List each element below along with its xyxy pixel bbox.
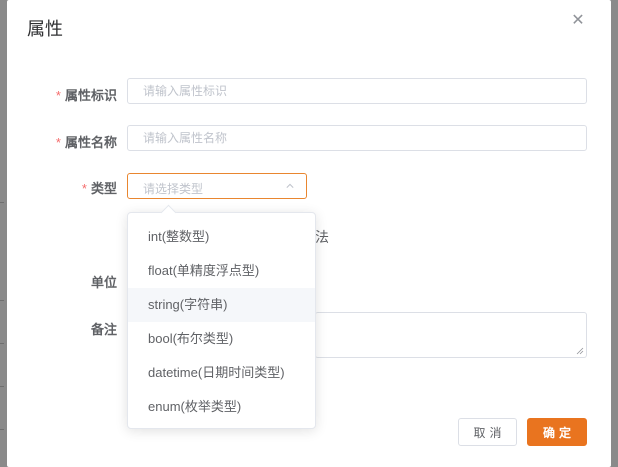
identifier-input[interactable] [127, 78, 587, 104]
name-input[interactable] [127, 125, 587, 151]
background-divider [0, 202, 4, 203]
required-mark: * [55, 88, 61, 103]
partial-hidden-text: 法 [315, 229, 329, 245]
type-option-datetime[interactable]: datetime(日期时间类型) [128, 356, 315, 390]
type-select[interactable]: 请选择类型 [127, 173, 307, 199]
type-select-placeholder: 请选择类型 [143, 182, 204, 196]
confirm-button[interactable]: 确定 [527, 418, 587, 446]
type-option-enum[interactable]: enum(枚举类型) [128, 390, 315, 424]
identifier-label: * 属性标识 [55, 88, 117, 103]
background-divider [0, 343, 4, 344]
background-divider [0, 300, 4, 301]
required-mark: * [55, 135, 61, 150]
remark-label: 备注 [90, 322, 117, 337]
type-label: * 类型 [81, 181, 117, 196]
background-divider [0, 386, 4, 387]
close-icon[interactable]: ✕ [570, 13, 586, 29]
type-option-float[interactable]: float(单精度浮点型) [128, 254, 315, 288]
type-dropdown: int(整数型) float(单精度浮点型) string(字符串) bool(… [127, 204, 316, 429]
resize-grip-icon[interactable] [576, 347, 584, 355]
remark-textarea[interactable] [315, 312, 587, 358]
required-mark: * [81, 181, 87, 196]
unit-label: 单位 [90, 275, 117, 290]
dialog-title: 属性 [27, 19, 63, 39]
attribute-dialog: 属性 ✕ *属性标识 *属性名称 *类型 请选择类型 法 单位 备注 int(整… [7, 0, 611, 467]
dropdown-arrow [160, 204, 177, 221]
type-option-int[interactable]: int(整数型) [128, 220, 315, 254]
name-label: * 属性名称 [55, 135, 117, 150]
chevron-up-icon [286, 183, 294, 188]
type-option-bool[interactable]: bool(布尔类型) [128, 322, 315, 356]
background-divider [0, 429, 4, 430]
cancel-button[interactable]: 取消 [458, 418, 517, 446]
type-option-string[interactable]: string(字符串) [128, 288, 315, 322]
